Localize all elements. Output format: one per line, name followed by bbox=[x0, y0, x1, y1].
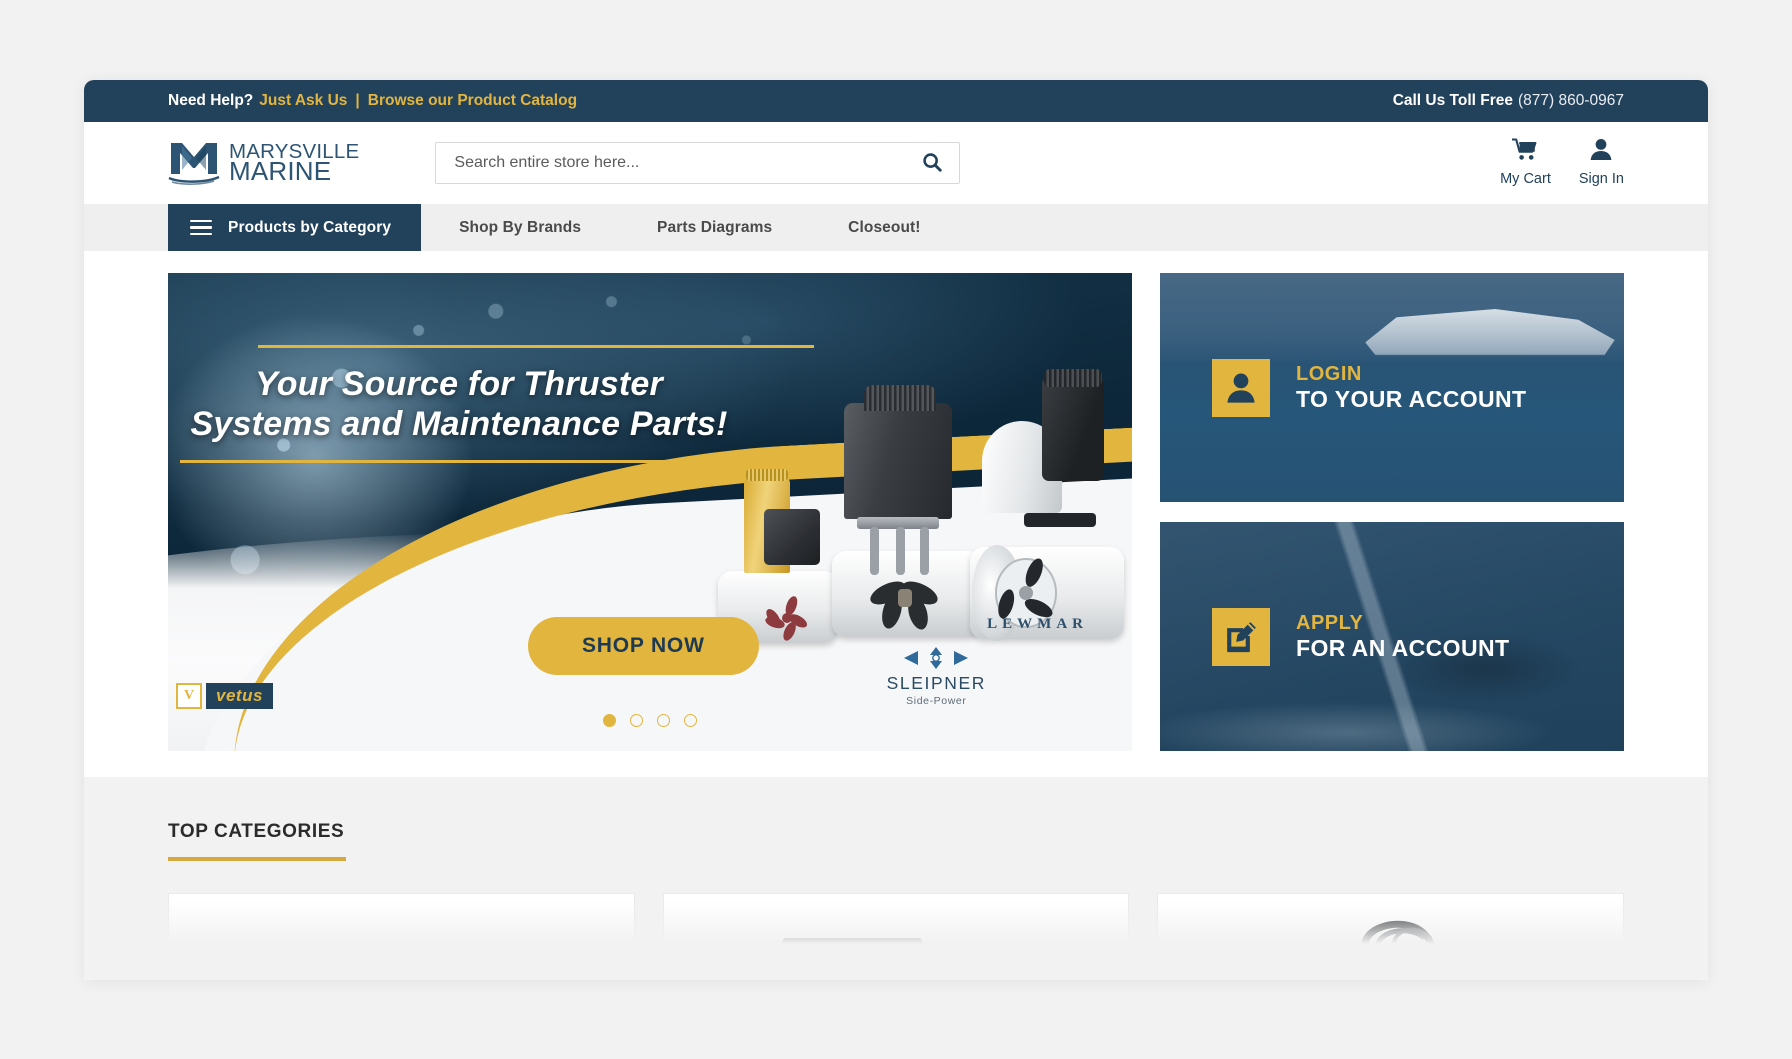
nav-item-shop-by-brands[interactable]: Shop By Brands bbox=[421, 204, 619, 251]
logo-wordmark: MARYSVILLE MARINE bbox=[229, 141, 359, 187]
phone-number[interactable]: (877) 860-0967 bbox=[1518, 92, 1624, 109]
top-categories-underline bbox=[168, 857, 346, 861]
marine-tube-product-image bbox=[169, 908, 634, 980]
brand-logo-lewmar: LEWMAR bbox=[987, 616, 1088, 632]
my-cart-label: My Cart bbox=[1500, 170, 1551, 187]
promo-card-apply[interactable]: APPLY FOR AN ACCOUNT bbox=[1160, 522, 1624, 751]
browser-page: Need Help? Just Ask Us | Browse our Prod… bbox=[84, 80, 1708, 980]
link-separator: | bbox=[355, 92, 360, 109]
category-card[interactable] bbox=[662, 893, 1130, 980]
search-icon bbox=[921, 151, 943, 176]
search-bar bbox=[435, 142, 961, 184]
user-account-icon bbox=[1212, 358, 1270, 417]
top-categories-section: TOP CATEGORIES bbox=[84, 777, 1708, 980]
top-utility-bar: Need Help? Just Ask Us | Browse our Prod… bbox=[84, 80, 1708, 122]
toll-free-phone[interactable]: Call Us Toll Free (877) 860-0967 bbox=[1393, 92, 1624, 110]
nav-item-parts-diagrams[interactable]: Parts Diagrams bbox=[619, 204, 810, 251]
search-input[interactable] bbox=[436, 143, 906, 183]
user-account-icon bbox=[1589, 138, 1613, 166]
carousel-dots bbox=[168, 714, 1132, 727]
help-links: Need Help? Just Ask Us | Browse our Prod… bbox=[168, 92, 577, 110]
marysville-m-monogram-icon bbox=[168, 140, 220, 186]
sleipner-name: SLEIPNER bbox=[886, 673, 986, 693]
category-card[interactable] bbox=[1157, 893, 1625, 980]
site-logo[interactable]: MARYSVILLE MARINE bbox=[168, 140, 359, 186]
sign-in-button[interactable]: Sign In bbox=[1579, 138, 1624, 187]
sleipner-tagline: Side-Power bbox=[906, 695, 967, 707]
carousel-dot-4[interactable] bbox=[684, 714, 697, 727]
my-cart-button[interactable]: My Cart bbox=[1500, 137, 1551, 187]
logo-line-2: MARINE bbox=[229, 156, 332, 187]
call-us-label: Call Us Toll Free bbox=[1392, 92, 1513, 109]
carousel-dot-2[interactable] bbox=[630, 714, 643, 727]
just-ask-us-link[interactable]: Just Ask Us bbox=[259, 92, 347, 110]
login-card-subtitle: TO YOUR ACCOUNT bbox=[1296, 385, 1527, 412]
top-categories-heading: TOP CATEGORIES bbox=[168, 821, 345, 842]
promo-card-login[interactable]: LOGIN TO YOUR ACCOUNT bbox=[1160, 273, 1624, 502]
black-control-box-product-image bbox=[664, 908, 1129, 980]
hero-title-line-1: Your Source for Thruster bbox=[255, 365, 663, 403]
hero-section: LEWMAR SLEIPNER Side-Power V vetus Your … bbox=[84, 251, 1708, 777]
shopping-cart-icon bbox=[1512, 137, 1538, 166]
vetus-v-mark: V bbox=[176, 683, 202, 709]
site-header: MARYSVILLE MARINE Search entire store he… bbox=[84, 122, 1708, 204]
hero-copy: Your Source for Thruster Systems and Mai… bbox=[168, 345, 814, 464]
hamburger-menu-icon bbox=[190, 219, 212, 236]
login-card-title: LOGIN bbox=[1296, 362, 1362, 385]
vetus-wordmark: vetus bbox=[206, 683, 273, 709]
nav-item-closeout[interactable]: Closeout! bbox=[810, 204, 958, 251]
brand-logo-vetus: V vetus bbox=[176, 683, 273, 709]
sign-in-label: Sign In bbox=[1578, 170, 1624, 187]
shop-now-button[interactable]: SHOP NOW bbox=[528, 617, 759, 675]
carousel-dot-1[interactable] bbox=[603, 714, 616, 727]
category-card[interactable] bbox=[168, 893, 635, 980]
promo-cards: LOGIN TO YOUR ACCOUNT APPLY FOR AN ACCOU… bbox=[1160, 273, 1624, 751]
apply-card-title: APPLY bbox=[1296, 611, 1364, 634]
nav-primary-label: Products by Category bbox=[228, 218, 392, 236]
apply-card-text: APPLY FOR AN ACCOUNT bbox=[1296, 612, 1509, 661]
white-pump-with-wiring-product-image bbox=[1158, 908, 1623, 980]
hero-carousel-banner[interactable]: LEWMAR SLEIPNER Side-Power V vetus Your … bbox=[168, 273, 1132, 751]
hero-rule-bottom bbox=[180, 460, 736, 464]
browse-catalog-link[interactable]: Browse our Product Catalog bbox=[368, 92, 577, 110]
top-categories-grid bbox=[168, 893, 1625, 980]
hero-title-line-2: Systems and Maintenance Parts! bbox=[190, 405, 728, 444]
edit-square-icon bbox=[1212, 607, 1270, 666]
login-card-text: LOGIN TO YOUR ACCOUNT bbox=[1296, 363, 1526, 412]
apply-card-subtitle: FOR AN ACCOUNT bbox=[1296, 634, 1510, 661]
search-submit-button[interactable] bbox=[905, 143, 959, 183]
sleipner-compass-icon bbox=[887, 647, 986, 669]
need-help-label: Need Help? bbox=[168, 92, 254, 109]
brand-logo-sleipner: SLEIPNER Side-Power bbox=[887, 647, 986, 707]
carousel-dot-3[interactable] bbox=[657, 714, 670, 727]
nav-item-products-by-category[interactable]: Products by Category bbox=[168, 204, 422, 251]
hero-title: Your Source for Thruster Systems and Mai… bbox=[180, 348, 738, 446]
account-actions: My Cart Sign In bbox=[1500, 137, 1624, 189]
main-navigation: Products by Category Shop By Brands Part… bbox=[84, 204, 1708, 251]
